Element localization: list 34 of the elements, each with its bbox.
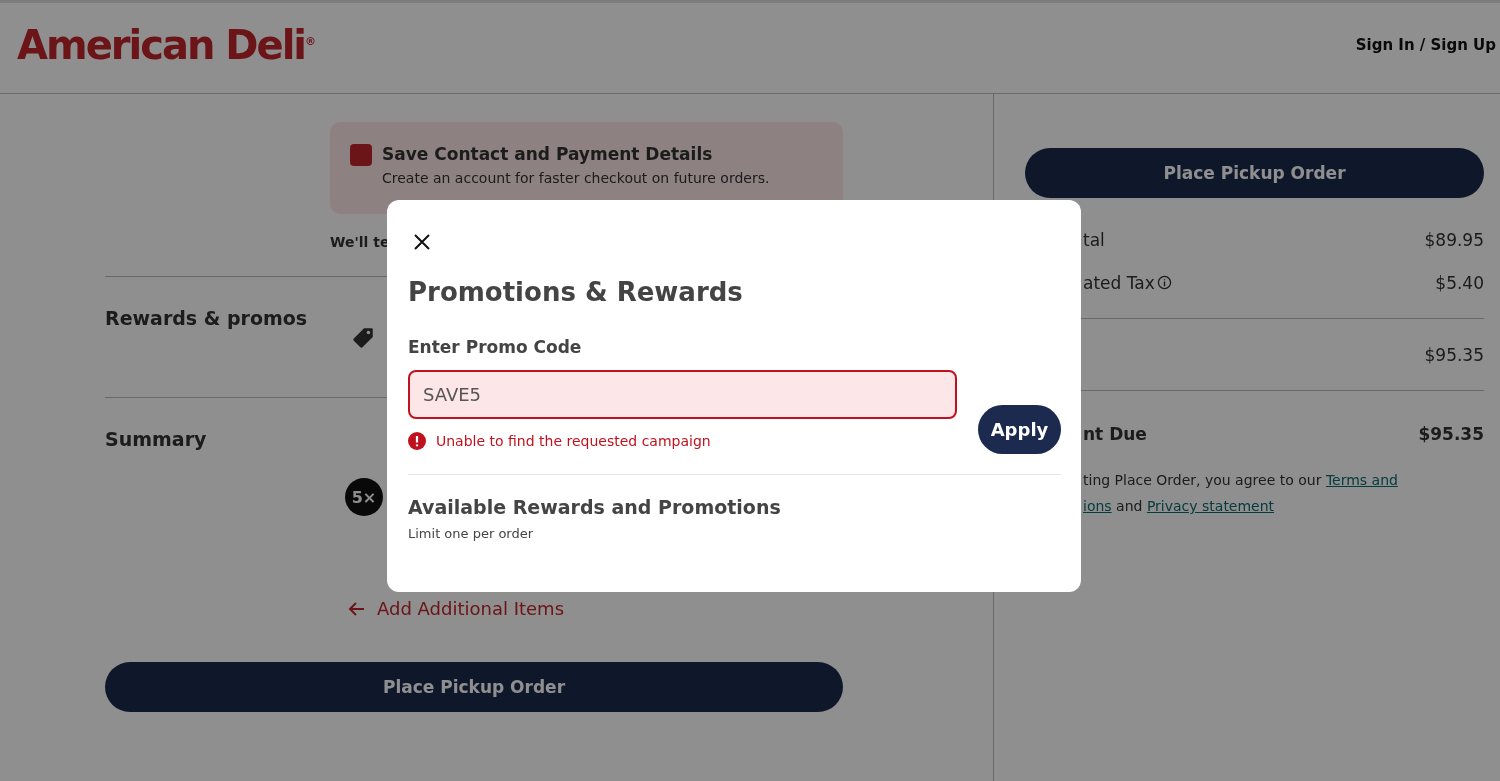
summary-value: $95.35 — [1424, 344, 1484, 365]
promo-code-field[interactable]: SAVE5 — [408, 370, 957, 419]
apply-button[interactable]: Apply — [978, 405, 1061, 454]
summary-value: $5.40 — [1435, 272, 1484, 293]
info-icon[interactable] — [1156, 275, 1172, 290]
add-items-link[interactable]: Add Additional Items — [347, 598, 564, 619]
error-icon — [408, 432, 426, 450]
sign-in-link[interactable]: Sign In / Sign Up — [1355, 36, 1496, 54]
quantity-badge: 5× — [345, 478, 383, 516]
terms-link[interactable]: Terms and — [1325, 472, 1398, 488]
place-order-button[interactable]: Place Pickup Order — [1025, 148, 1484, 198]
summary-value: $89.95 — [1424, 229, 1484, 250]
close-icon[interactable] — [412, 232, 432, 252]
summary-label: ated Tax — [1083, 272, 1155, 293]
field-label: Enter Promo Code — [408, 337, 583, 357]
checkbox[interactable] — [350, 144, 372, 166]
place-order-button[interactable]: Place Pickup Order — [105, 662, 843, 712]
terms-text: and — [1115, 498, 1144, 514]
terms-text: ting Place Order, you agree to our — [1083, 472, 1323, 488]
logo[interactable]: American Deli$^{®}$ — [17, 22, 317, 68]
card-title: Save Contact and Payment Details — [382, 144, 714, 164]
section-title: Summary — [105, 427, 208, 452]
section-title: Rewards & promos — [105, 306, 309, 331]
section-heading: Available Rewards and Promotions — [408, 496, 782, 518]
error-message: Unable to find the requested campaign — [436, 433, 711, 449]
tag-icon — [350, 325, 376, 351]
summary-label: tal — [1083, 229, 1105, 250]
summary-value: $95.35 — [1418, 424, 1484, 444]
summary-label: nt Due — [1083, 424, 1147, 444]
card-description: Create an account for faster checkout on future orders. — [382, 170, 770, 186]
terms-link[interactable]: Privacy statement — [1146, 498, 1275, 514]
dialog-title: Promotions & Rewards — [408, 277, 744, 307]
terms-link[interactable]: ions — [1083, 498, 1112, 514]
helper-text: Limit one per order — [408, 526, 535, 541]
